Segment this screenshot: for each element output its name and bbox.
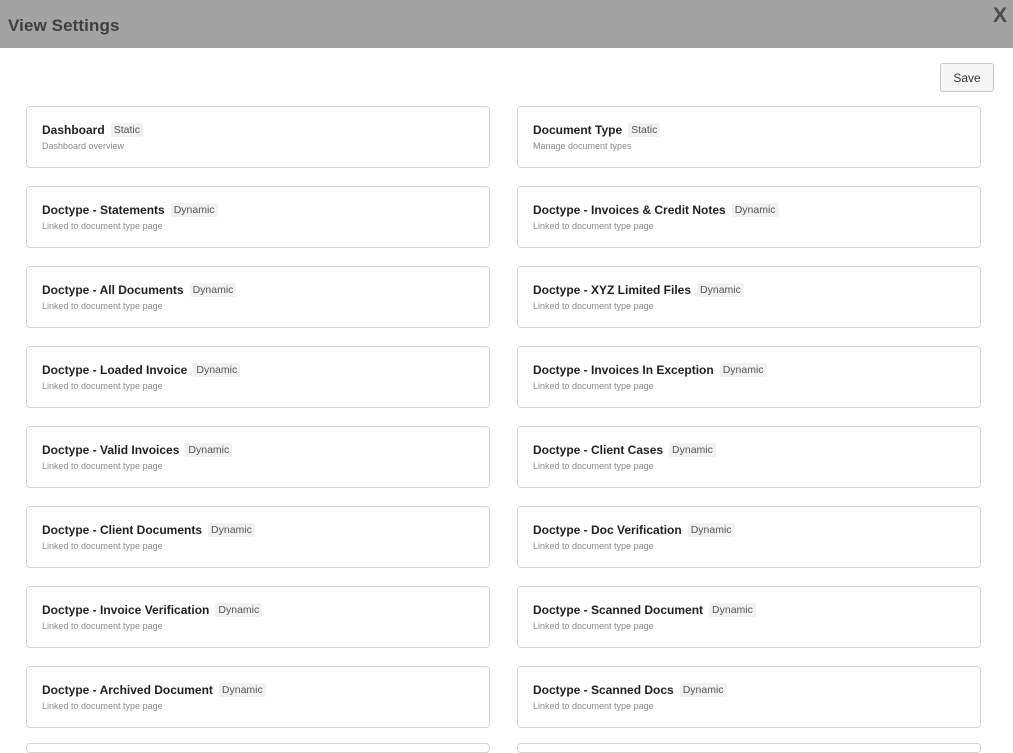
card-description: Linked to document type page xyxy=(42,221,163,231)
view-card-scanned-docs[interactable]: Doctype - Scanned Docs Dynamic Linked to… xyxy=(517,666,981,728)
card-type-badge: Dynamic xyxy=(697,283,744,297)
view-card-partial[interactable] xyxy=(517,743,981,753)
card-description: Linked to document type page xyxy=(533,381,654,391)
card-title-row: Doctype - All Documents Dynamic xyxy=(42,282,474,298)
card-type-badge: Dynamic xyxy=(193,363,241,377)
card-type-badge: Dynamic xyxy=(719,363,767,377)
view-card-dashboard[interactable]: Dashboard Static Dashboard overview xyxy=(26,106,490,168)
card-type-badge: Dynamic xyxy=(215,603,263,617)
card-title-row: Doctype - Statements Dynamic xyxy=(42,202,474,218)
card-description: Linked to document type page xyxy=(533,701,654,711)
card-title-row: Doctype - Scanned Document Dynamic xyxy=(533,602,965,618)
view-card-client-documents[interactable]: Doctype - Client Documents Dynamic Linke… xyxy=(26,506,490,568)
card-type-badge: Dynamic xyxy=(208,523,255,537)
card-description: Linked to document type page xyxy=(42,461,163,471)
view-card-all-documents[interactable]: Doctype - All Documents Dynamic Linked t… xyxy=(26,266,490,328)
close-button[interactable]: X xyxy=(993,5,1007,27)
view-card-client-cases[interactable]: Doctype - Client Cases Dynamic Linked to… xyxy=(517,426,981,488)
view-card-xyz-limited-files[interactable]: Doctype - XYZ Limited Files Dynamic Link… xyxy=(517,266,981,328)
card-title-row: Doctype - Valid Invoices Dynamic xyxy=(42,442,474,458)
card-title-row: Doctype - Doc Verification Dynamic xyxy=(533,522,965,538)
card-description: Linked to document type page xyxy=(42,301,163,311)
card-title: Doctype - Statements xyxy=(42,203,165,217)
view-card-invoices-credit-notes[interactable]: Doctype - Invoices & Credit Notes Dynami… xyxy=(517,186,981,248)
view-card-loaded-invoice[interactable]: Doctype - Loaded Invoice Dynamic Linked … xyxy=(26,346,490,408)
card-title-row: Doctype - Loaded Invoice Dynamic xyxy=(42,362,474,378)
card-type-badge: Dynamic xyxy=(679,683,727,697)
modal-header: View Settings X xyxy=(0,0,1013,48)
card-type-badge: Static xyxy=(110,123,143,137)
card-description: Linked to document type page xyxy=(533,621,654,631)
card-type-badge: Dynamic xyxy=(731,203,779,217)
card-title-row: Doctype - Invoices In Exception Dynamic xyxy=(533,362,965,378)
card-description: Linked to document type page xyxy=(42,621,163,631)
view-settings-grid: Dashboard Static Dashboard overview Docu… xyxy=(26,106,981,728)
card-type-badge: Static xyxy=(628,123,661,137)
card-description: Linked to document type page xyxy=(533,301,654,311)
card-type-badge: Dynamic xyxy=(687,523,735,537)
card-title: Doctype - Scanned Docs xyxy=(533,683,674,697)
card-type-badge: Dynamic xyxy=(709,603,756,617)
card-title-row: Dashboard Static xyxy=(42,122,474,138)
card-title: Doctype - Archived Document xyxy=(42,683,213,697)
card-type-badge: Dynamic xyxy=(189,283,237,297)
view-card-archived-document[interactable]: Doctype - Archived Document Dynamic Link… xyxy=(26,666,490,728)
card-title: Document Type xyxy=(533,123,623,137)
card-description: Dashboard overview xyxy=(42,141,125,151)
card-title-row: Doctype - Archived Document Dynamic xyxy=(42,682,474,698)
card-title: Doctype - Scanned Document xyxy=(533,603,704,617)
card-description: Linked to document type page xyxy=(42,381,163,391)
card-title: Doctype - Doc Verification xyxy=(533,523,682,537)
view-card-doc-verification[interactable]: Doctype - Doc Verification Dynamic Linke… xyxy=(517,506,981,568)
card-type-badge: Dynamic xyxy=(218,683,266,697)
card-title: Doctype - Client Documents xyxy=(42,523,203,537)
card-title-row: Doctype - Client Cases Dynamic xyxy=(533,442,965,458)
card-title: Dashboard xyxy=(42,123,105,137)
view-card-partial[interactable] xyxy=(26,743,490,753)
card-title: Doctype - Loaded Invoice xyxy=(42,363,188,377)
view-card-scanned-document[interactable]: Doctype - Scanned Document Dynamic Linke… xyxy=(517,586,981,648)
card-description: Linked to document type page xyxy=(533,541,654,551)
card-title: Doctype - Client Cases xyxy=(533,443,664,457)
card-description: Manage document types xyxy=(533,141,632,151)
card-title-row: Document Type Static xyxy=(533,122,965,138)
card-title: Doctype - Invoices & Credit Notes xyxy=(533,203,726,217)
card-title-row: Doctype - Invoice Verification Dynamic xyxy=(42,602,474,618)
card-title-row: Doctype - Client Documents Dynamic xyxy=(42,522,474,538)
card-title: Doctype - Invoices In Exception xyxy=(533,363,714,377)
card-description: Linked to document type page xyxy=(42,701,163,711)
card-description: Linked to document type page xyxy=(533,461,654,471)
save-button[interactable]: Save xyxy=(940,63,994,92)
card-title: Doctype - Valid Invoices xyxy=(42,443,180,457)
view-card-invoices-in-exception[interactable]: Doctype - Invoices In Exception Dynamic … xyxy=(517,346,981,408)
card-title: Doctype - XYZ Limited Files xyxy=(533,283,692,297)
card-title-row: Doctype - XYZ Limited Files Dynamic xyxy=(533,282,965,298)
view-card-document-type[interactable]: Document Type Static Manage document typ… xyxy=(517,106,981,168)
card-title: Doctype - Invoice Verification xyxy=(42,603,210,617)
card-type-badge: Dynamic xyxy=(185,443,233,457)
card-description: Linked to document type page xyxy=(533,221,654,231)
card-title-row: Doctype - Invoices & Credit Notes Dynami… xyxy=(533,202,965,218)
card-title-row: Doctype - Scanned Docs Dynamic xyxy=(533,682,965,698)
view-card-statements[interactable]: Doctype - Statements Dynamic Linked to d… xyxy=(26,186,490,248)
modal-title: View Settings xyxy=(8,16,120,35)
card-description: Linked to document type page xyxy=(42,541,163,551)
card-type-badge: Dynamic xyxy=(170,203,218,217)
card-title: Doctype - All Documents xyxy=(42,283,184,297)
card-type-badge: Dynamic xyxy=(669,443,716,457)
view-card-invoice-verification[interactable]: Doctype - Invoice Verification Dynamic L… xyxy=(26,586,490,648)
view-card-valid-invoices[interactable]: Doctype - Valid Invoices Dynamic Linked … xyxy=(26,426,490,488)
